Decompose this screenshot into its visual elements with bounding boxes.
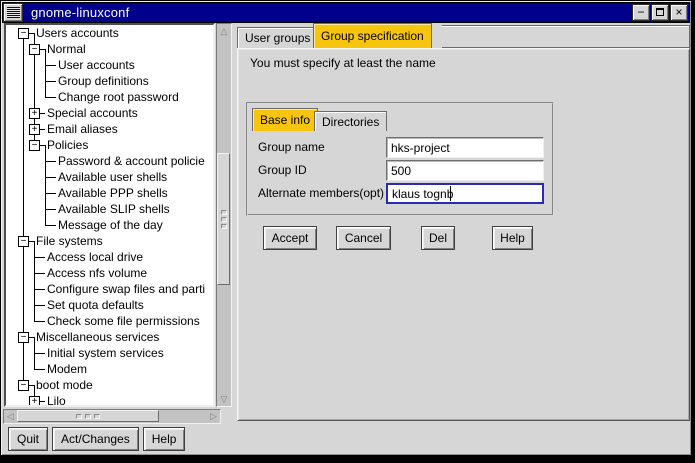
tree-collapse-icon[interactable]: − xyxy=(18,28,29,39)
text-cursor xyxy=(450,186,451,201)
tree-item[interactable]: Password & account policie xyxy=(58,153,205,169)
tree-item[interactable]: Check some file permissions xyxy=(47,313,200,329)
tree-collapse-icon[interactable]: − xyxy=(29,44,40,55)
tree-collapse-icon[interactable]: − xyxy=(18,332,29,343)
group-name-input[interactable] xyxy=(386,137,544,158)
minimize-icon: − xyxy=(637,5,644,19)
group-definition-frame: Base info Directories Group name Group I… xyxy=(246,102,554,216)
help-button[interactable]: Help xyxy=(492,226,533,250)
close-icon: × xyxy=(675,5,682,19)
tree-item[interactable]: Email aliases xyxy=(47,121,118,137)
form-hint-text: You must specify at least the name xyxy=(250,56,436,70)
tree-expand-icon[interactable]: + xyxy=(29,108,40,119)
tree-item[interactable]: Group definitions xyxy=(58,73,149,89)
tree-item[interactable]: Available PPP shells xyxy=(58,185,168,201)
tree-item[interactable]: Access local drive xyxy=(47,249,143,265)
tree-item[interactable]: Initial system services xyxy=(47,345,164,361)
horizontal-scrollbar-thumb[interactable] xyxy=(17,410,159,422)
tab-user-groups[interactable]: User groups xyxy=(237,27,318,48)
scroll-down-icon[interactable]: ▽ xyxy=(218,393,230,405)
app-window: gnome-linuxconf − × −Users accounts−Norm… xyxy=(0,0,692,456)
thumb-grip xyxy=(221,217,227,222)
close-button[interactable]: × xyxy=(670,4,688,21)
group-id-input[interactable] xyxy=(386,160,544,181)
window-title: gnome-linuxconf xyxy=(31,5,129,20)
maximize-icon xyxy=(656,8,664,16)
tree-item[interactable]: Message of the day xyxy=(58,217,163,233)
thumb-grip xyxy=(221,210,227,215)
alternate-members-input[interactable] xyxy=(386,183,544,204)
tree-item[interactable]: Configure swap files and parti xyxy=(47,281,205,297)
client-area: −Users accounts−NormalUser accountsGroup… xyxy=(2,23,690,454)
vertical-scrollbar[interactable]: △ ▽ xyxy=(216,23,232,407)
group-name-label: Group name xyxy=(258,137,325,158)
minimize-button[interactable]: − xyxy=(632,4,650,21)
thumb-grip xyxy=(221,224,227,229)
tree-item[interactable]: Policies xyxy=(47,137,88,153)
quit-button[interactable]: Quit xyxy=(8,427,48,451)
tree-item[interactable]: Users accounts xyxy=(36,25,119,41)
group-specification-page: You must specify at least the name Base … xyxy=(237,48,690,421)
group-id-label: Group ID xyxy=(258,160,307,181)
tree-item[interactable]: User accounts xyxy=(58,57,135,73)
scroll-up-icon[interactable]: △ xyxy=(218,25,230,37)
tree-item[interactable]: Available user shells xyxy=(58,169,167,185)
tree-item[interactable]: Normal xyxy=(47,41,86,57)
config-tree-panel: −Users accounts−NormalUser accountsGroup… xyxy=(4,23,215,407)
tree-item[interactable]: Lilo xyxy=(47,393,66,405)
help-button-sidebar[interactable]: Help xyxy=(143,427,186,451)
tree-expand-icon[interactable]: + xyxy=(29,124,40,135)
titlebar: gnome-linuxconf − × xyxy=(2,2,690,23)
window-menu-button[interactable] xyxy=(3,3,23,22)
tree-collapse-icon[interactable]: − xyxy=(29,140,40,151)
window-menu-icon xyxy=(7,7,20,18)
tree-item[interactable]: Change root password xyxy=(58,89,179,105)
accept-button[interactable]: Accept xyxy=(263,226,317,250)
tree-expand-icon[interactable]: + xyxy=(29,396,40,405)
alternate-members-label: Alternate members(opt) xyxy=(258,183,384,204)
tab-directories[interactable]: Directories xyxy=(314,111,387,131)
scroll-left-icon[interactable]: ◁ xyxy=(5,410,16,422)
del-button[interactable]: Del xyxy=(421,226,455,250)
tree-item[interactable]: Miscellaneous services xyxy=(36,329,159,345)
tree-item[interactable]: File systems xyxy=(36,233,103,249)
tree-item[interactable]: Access nfs volume xyxy=(47,265,147,281)
thumb-grip xyxy=(76,414,82,419)
horizontal-scrollbar[interactable]: ◁ ▷ xyxy=(3,409,221,424)
maximize-button[interactable] xyxy=(651,4,669,21)
tree-item[interactable]: Set quota defaults xyxy=(47,297,144,313)
act-changes-button[interactable]: Act/Changes xyxy=(52,427,139,451)
tree-item[interactable]: Available SLIP shells xyxy=(58,201,170,217)
tree-item[interactable]: Special accounts xyxy=(47,105,138,121)
cancel-button[interactable]: Cancel xyxy=(336,226,391,250)
tab-group-specification[interactable]: Group specification xyxy=(313,23,432,48)
tab-strip-filler xyxy=(442,25,690,48)
vertical-scrollbar-thumb[interactable] xyxy=(217,153,230,285)
tree-collapse-icon[interactable]: − xyxy=(18,380,29,391)
scroll-right-icon[interactable]: ▷ xyxy=(208,410,219,422)
tree-view: −Users accounts−NormalUser accountsGroup… xyxy=(6,25,213,405)
tree-item[interactable]: Modem xyxy=(47,361,87,377)
tree-collapse-icon[interactable]: − xyxy=(18,236,29,247)
tab-base-info[interactable]: Base info xyxy=(252,108,318,131)
thumb-grip xyxy=(94,414,100,419)
thumb-grip xyxy=(85,414,91,419)
tree-item[interactable]: boot mode xyxy=(36,377,93,393)
